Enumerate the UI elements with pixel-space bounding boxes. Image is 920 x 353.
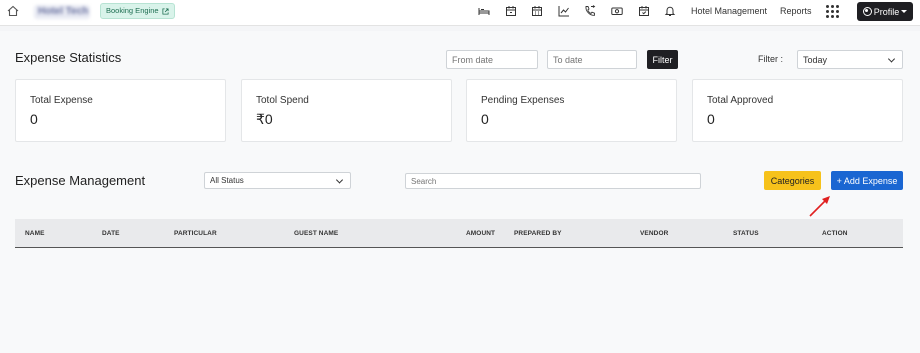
add-expense-button[interactable]: + Add Expense	[831, 171, 903, 190]
filter-button[interactable]: Filter	[647, 50, 678, 69]
stat-label: Total Expense	[30, 95, 93, 106]
stat-card-total-spend: Totol Spend ₹0	[241, 79, 452, 142]
column-header-particular[interactable]: PARTICULAR	[174, 230, 217, 237]
profile-button[interactable]: Profile	[857, 2, 913, 21]
brand-logo[interactable]: Hotel Tech	[34, 5, 90, 19]
stat-value: 0	[481, 111, 489, 127]
period-filter-value: Today	[803, 54, 828, 65]
column-header-status[interactable]: STATUS	[733, 230, 759, 237]
to-date-input[interactable]	[547, 50, 637, 69]
stat-card-total-approved: Total Approved 0	[692, 79, 903, 142]
annotation-arrow-icon	[809, 196, 830, 217]
external-link-icon	[162, 7, 169, 15]
column-header-action[interactable]: ACTION	[822, 230, 848, 237]
from-date-input[interactable]	[446, 50, 538, 69]
booking-engine-label: Booking Engine	[106, 6, 159, 15]
stat-label: Pending Expenses	[481, 95, 565, 106]
caret-down-icon	[901, 10, 908, 13]
calendar-check-icon[interactable]	[638, 5, 650, 17]
bed-icon[interactable]	[478, 5, 490, 17]
home-icon[interactable]	[7, 5, 19, 17]
stat-value: 0	[30, 111, 38, 127]
search-input[interactable]	[405, 173, 701, 189]
column-header-amount[interactable]: AMOUNT	[466, 230, 495, 237]
apps-grid-icon[interactable]	[826, 5, 839, 18]
period-filter-select[interactable]: Today	[797, 50, 903, 69]
user-icon	[862, 7, 872, 16]
nav-link-reports[interactable]: Reports	[780, 6, 812, 16]
column-header-prepared-by[interactable]: PREPARED BY	[514, 230, 562, 237]
column-header-guest-name[interactable]: GUEST NAME	[294, 230, 338, 237]
status-filter-select[interactable]: All Status	[204, 172, 351, 189]
phone-icon[interactable]	[584, 5, 596, 17]
expense-management-title: Expense Management	[15, 173, 146, 188]
stat-label: Totol Spend	[256, 95, 309, 106]
expense-table-header: NAME DATE PARTICULAR GUEST NAME AMOUNT P…	[15, 219, 903, 248]
column-header-name[interactable]: NAME	[25, 230, 45, 237]
stat-card-pending-expenses: Pending Expenses 0	[466, 79, 677, 142]
calendar-grid-icon[interactable]	[531, 5, 543, 17]
column-header-vendor[interactable]: VENDOR	[640, 230, 668, 237]
status-filter-value: All Status	[210, 176, 244, 185]
booking-engine-button[interactable]: Booking Engine	[100, 3, 175, 19]
profile-label: Profile	[873, 6, 900, 17]
nav-link-hotel-management[interactable]: Hotel Management	[691, 6, 767, 16]
column-header-date[interactable]: DATE	[102, 230, 120, 237]
expense-statistics-title: Expense Statistics	[15, 50, 122, 65]
filter-label: Filter :	[758, 54, 784, 64]
bell-icon[interactable]	[664, 5, 676, 17]
chevron-down-icon	[335, 175, 344, 184]
stat-label: Total Approved	[707, 95, 774, 106]
stat-value: ₹0	[256, 111, 273, 127]
stat-card-total-expense: Total Expense 0	[15, 79, 226, 142]
chart-line-icon[interactable]	[558, 5, 570, 17]
cash-icon[interactable]	[611, 5, 623, 17]
calendar-icon[interactable]	[505, 5, 517, 17]
chevron-down-icon	[887, 54, 896, 63]
categories-button[interactable]: Categories	[764, 171, 821, 190]
top-navbar: Hotel Tech Booking Engine Hotel Manageme…	[0, 0, 920, 26]
stat-value: 0	[707, 111, 715, 127]
